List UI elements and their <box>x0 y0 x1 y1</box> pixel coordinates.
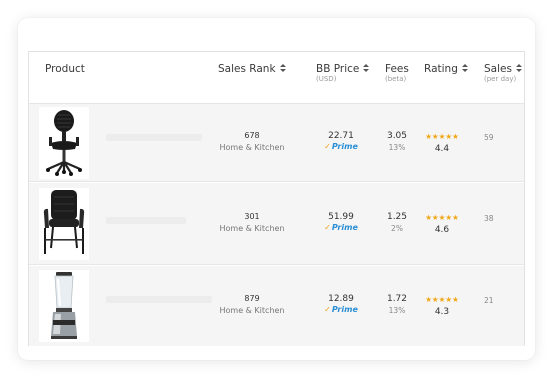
product-table-card: Product Sales Rank BB Price (USD) Fees (be… <box>18 18 535 360</box>
sales-rank-category: Home & Kitchen <box>219 224 285 233</box>
column-header-sales-rank[interactable]: Sales Rank <box>218 63 286 75</box>
column-header-sales-sub: (per day) <box>484 75 517 83</box>
sales-rank-category: Home & Kitchen <box>219 306 285 315</box>
rating-stars: ★★★★★ <box>425 132 459 141</box>
blender-image[interactable] <box>39 270 89 342</box>
fees-cell: 3.05 13% <box>381 131 413 152</box>
column-header-fees[interactable]: Fees (beta) <box>385 63 409 83</box>
sales-rank-cell: 678 Home & Kitchen <box>212 131 292 152</box>
prime-check-icon: ✓ <box>324 142 331 151</box>
prime-badge: ✓Prime <box>321 305 361 314</box>
fee-value: 3.05 <box>386 131 408 141</box>
sales-rank-value: 301 <box>244 212 260 221</box>
bb-price-value: 22.71 <box>328 131 354 141</box>
table-header: Product Sales Rank BB Price (USD) Fees (be… <box>29 52 524 104</box>
bb-price-cell: 22.71 ✓Prime <box>321 131 361 151</box>
bb-price-cell: 51.99 ✓Prime <box>321 212 361 232</box>
sort-icon[interactable] <box>515 64 522 73</box>
prime-label: Prime <box>331 305 358 314</box>
sales-rank-category: Home & Kitchen <box>219 143 285 152</box>
rating-cell: ★★★★★ 4.3 <box>422 295 462 318</box>
column-header-sales-rank-label: Sales Rank <box>218 63 276 75</box>
sort-icon[interactable] <box>461 64 468 73</box>
column-header-bb-price-unit: (USD) <box>316 75 337 83</box>
prime-label: Prime <box>331 142 358 151</box>
rating-stars: ★★★★★ <box>425 213 459 222</box>
rating-cell: ★★★★★ 4.4 <box>422 132 462 155</box>
table-row[interactable]: 879 Home & Kitchen 12.89 ✓Prime 1.72 13%… <box>29 266 524 346</box>
column-header-bb-price[interactable]: BB Price (USD) <box>316 63 370 83</box>
fee-value: 1.72 <box>386 294 408 304</box>
product-title-placeholder <box>106 217 186 224</box>
sales-rank-cell: 879 Home & Kitchen <box>212 294 292 315</box>
sort-icon[interactable] <box>279 64 286 73</box>
rating-value: 4.4 <box>434 144 450 154</box>
column-header-fees-sub: (beta) <box>385 75 407 83</box>
leather-guest-chair-image[interactable] <box>39 188 89 260</box>
fee-percent: 13% <box>388 306 406 315</box>
column-header-rating[interactable]: Rating <box>424 63 468 75</box>
column-header-sales-label: Sales <box>484 63 512 75</box>
sales-rank-value: 879 <box>244 294 260 303</box>
bb-price-cell: 12.89 ✓Prime <box>321 294 361 314</box>
bb-price-value: 12.89 <box>328 294 354 304</box>
prime-badge: ✓Prime <box>321 223 361 232</box>
column-header-sales[interactable]: Sales (per day) <box>484 63 522 83</box>
sort-icon[interactable] <box>363 64 370 73</box>
column-header-product-label: Product <box>45 63 85 75</box>
prime-check-icon: ✓ <box>324 305 331 314</box>
fees-cell: 1.25 2% <box>381 212 413 233</box>
table-row[interactable]: 678 Home & Kitchen 22.71 ✓Prime 3.05 13%… <box>29 104 524 182</box>
fee-percent: 2% <box>391 224 403 233</box>
column-header-fees-label: Fees <box>385 63 409 75</box>
column-header-product[interactable]: Product <box>45 63 85 75</box>
rating-value: 4.6 <box>434 225 450 235</box>
rating-value: 4.3 <box>434 307 450 317</box>
product-title-placeholder <box>106 134 202 141</box>
office-chair-image[interactable] <box>39 107 89 179</box>
bb-price-value: 51.99 <box>328 212 354 222</box>
sales-per-day-value: 21 <box>484 296 494 305</box>
sales-rank-cell: 301 Home & Kitchen <box>212 212 292 233</box>
fee-value: 1.25 <box>386 212 408 222</box>
product-title-placeholder <box>106 296 212 303</box>
fees-cell: 1.72 13% <box>381 294 413 315</box>
prime-check-icon: ✓ <box>324 223 331 232</box>
column-header-rating-label: Rating <box>424 63 458 75</box>
prime-label: Prime <box>331 223 358 232</box>
prime-badge: ✓Prime <box>321 142 361 151</box>
table-row[interactable]: 301 Home & Kitchen 51.99 ✓Prime 1.25 2% … <box>29 183 524 265</box>
fee-percent: 13% <box>388 143 406 152</box>
sales-per-day-value: 59 <box>484 133 494 142</box>
column-header-bb-price-label: BB Price <box>316 63 360 75</box>
product-table: Product Sales Rank BB Price (USD) Fees (be… <box>28 51 525 346</box>
rating-stars: ★★★★★ <box>425 295 459 304</box>
rating-cell: ★★★★★ 4.6 <box>422 213 462 236</box>
sales-rank-value: 678 <box>244 131 260 140</box>
sales-per-day-value: 38 <box>484 214 494 223</box>
